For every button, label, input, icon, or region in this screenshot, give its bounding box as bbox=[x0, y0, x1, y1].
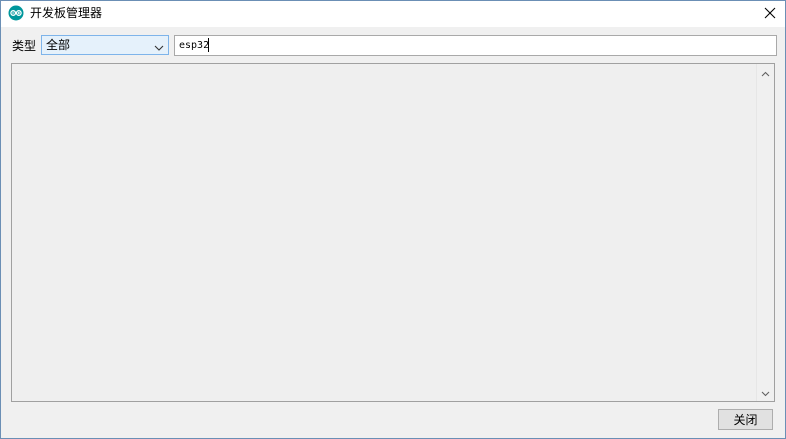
board-manager-window: 开发板管理器 类型 全部 esp32 关闭 bbox=[0, 0, 786, 439]
text-caret bbox=[208, 38, 209, 52]
window-close-button[interactable] bbox=[755, 1, 785, 27]
type-dropdown-value: 全部 bbox=[46, 38, 71, 52]
type-dropdown[interactable]: 全部 bbox=[41, 35, 169, 55]
search-input[interactable] bbox=[174, 35, 777, 56]
close-button[interactable]: 关闭 bbox=[718, 409, 773, 430]
scroll-down-button[interactable] bbox=[757, 384, 774, 401]
chevron-down-icon bbox=[761, 386, 770, 400]
arduino-icon bbox=[8, 5, 24, 21]
type-label: 类型 bbox=[12, 39, 37, 53]
scroll-up-button[interactable] bbox=[757, 64, 774, 81]
title-bar: 开发板管理器 bbox=[1, 1, 785, 27]
window-title: 开发板管理器 bbox=[30, 6, 103, 20]
chevron-down-icon bbox=[154, 41, 164, 51]
board-list-panel[interactable] bbox=[11, 63, 775, 402]
close-icon bbox=[764, 7, 776, 22]
chevron-up-icon bbox=[761, 66, 770, 80]
vertical-scrollbar[interactable] bbox=[756, 64, 774, 401]
